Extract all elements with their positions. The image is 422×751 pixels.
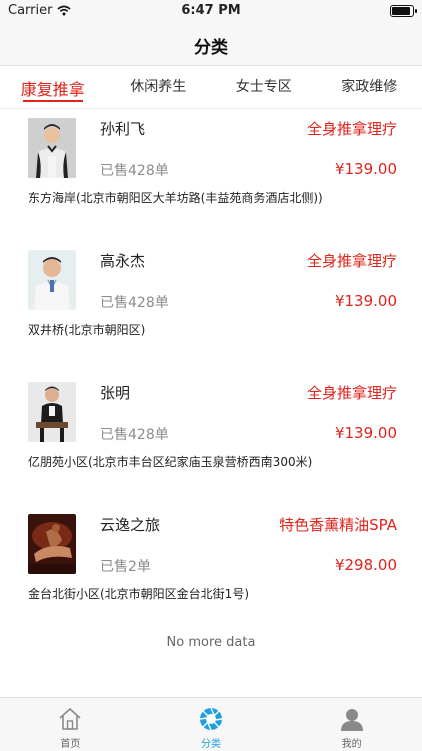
tabbar-item-profile[interactable]: 我的 — [281, 698, 422, 751]
tab-label: 休闲养生 — [130, 79, 186, 95]
list-item[interactable]: 高永杰 全身推拿理疗 已售428单 ¥139.00 双井桥(北京市朝阳区) — [0, 241, 422, 373]
active-tab-indicator — [23, 100, 83, 102]
clock: 6:47 PM — [0, 3, 422, 18]
address: 金台北街小区(北京市朝阳区金台北街1号) — [28, 585, 249, 602]
tabbar-item-home[interactable]: 首页 — [0, 698, 141, 751]
page-title: 分类 — [0, 33, 422, 58]
profile-icon — [339, 706, 365, 732]
sold-count: 已售428单 — [100, 160, 169, 180]
tab-label: 女士专区 — [236, 79, 292, 95]
category-tabs: 康复推拿 休闲养生 女士专区 家政维修 — [0, 66, 422, 109]
tabbar-label: 我的 — [342, 735, 362, 750]
tab-rehab-massage[interactable]: 康复推拿 — [0, 66, 106, 108]
home-icon — [57, 706, 83, 732]
aperture-icon — [198, 706, 224, 732]
address: 东方海岸(北京市朝阳区大羊坊路(丰益苑商务酒店北侧)) — [28, 189, 323, 206]
address: 双井桥(北京市朝阳区) — [28, 321, 145, 338]
therapist-photo — [28, 250, 76, 310]
tab-home-repair[interactable]: 家政维修 — [317, 66, 422, 108]
provider-name: 云逸之旅 — [100, 514, 160, 535]
list-item[interactable]: 孙利飞 全身推拿理疗 已售428单 ¥139.00 东方海岸(北京市朝阳区大羊坊… — [0, 109, 422, 241]
service-type: 全身推拿理疗 — [307, 250, 397, 271]
tab-label: 家政维修 — [341, 79, 397, 95]
sold-count: 已售2单 — [100, 556, 151, 576]
tabbar-label: 首页 — [60, 735, 80, 750]
sold-count: 已售428单 — [100, 424, 169, 444]
tabbar-item-category[interactable]: 分类 — [141, 698, 282, 751]
service-type: 全身推拿理疗 — [307, 382, 397, 403]
price: ¥139.00 — [335, 424, 397, 442]
spa-photo — [28, 514, 76, 574]
battery-icon — [390, 5, 414, 17]
therapist-name: 张明 — [100, 382, 130, 403]
therapist-photo — [28, 382, 76, 442]
no-more-data-label: No more data — [0, 635, 422, 650]
tab-label: 康复推拿 — [21, 80, 85, 99]
price: ¥139.00 — [335, 160, 397, 178]
bottom-tab-bar: 首页 分类 我的 — [0, 697, 422, 751]
status-bar: Carrier 6:47 PM — [0, 0, 422, 22]
navigation-bar: 分类 — [0, 22, 422, 66]
list-item[interactable]: 云逸之旅 特色香薰精油SPA 已售2单 ¥298.00 金台北街小区(北京市朝阳… — [0, 505, 422, 637]
therapist-name: 孙利飞 — [100, 118, 145, 139]
address: 亿朋苑小区(北京市丰台区纪家庙玉泉营桥西南300米) — [28, 453, 312, 470]
list-item[interactable]: 张明 全身推拿理疗 已售428单 ¥139.00 亿朋苑小区(北京市丰台区纪家庙… — [0, 373, 422, 505]
price: ¥298.00 — [335, 556, 397, 574]
service-type: 全身推拿理疗 — [307, 118, 397, 139]
service-list[interactable]: 孙利飞 全身推拿理疗 已售428单 ¥139.00 东方海岸(北京市朝阳区大羊坊… — [0, 109, 422, 697]
tabbar-label: 分类 — [201, 735, 221, 750]
tab-women-zone[interactable]: 女士专区 — [211, 66, 317, 108]
sold-count: 已售428单 — [100, 292, 169, 312]
service-type: 特色香薰精油SPA — [279, 514, 397, 535]
therapist-photo — [28, 118, 76, 178]
tab-leisure-wellness[interactable]: 休闲养生 — [106, 66, 212, 108]
price: ¥139.00 — [335, 292, 397, 310]
therapist-name: 高永杰 — [100, 250, 145, 271]
